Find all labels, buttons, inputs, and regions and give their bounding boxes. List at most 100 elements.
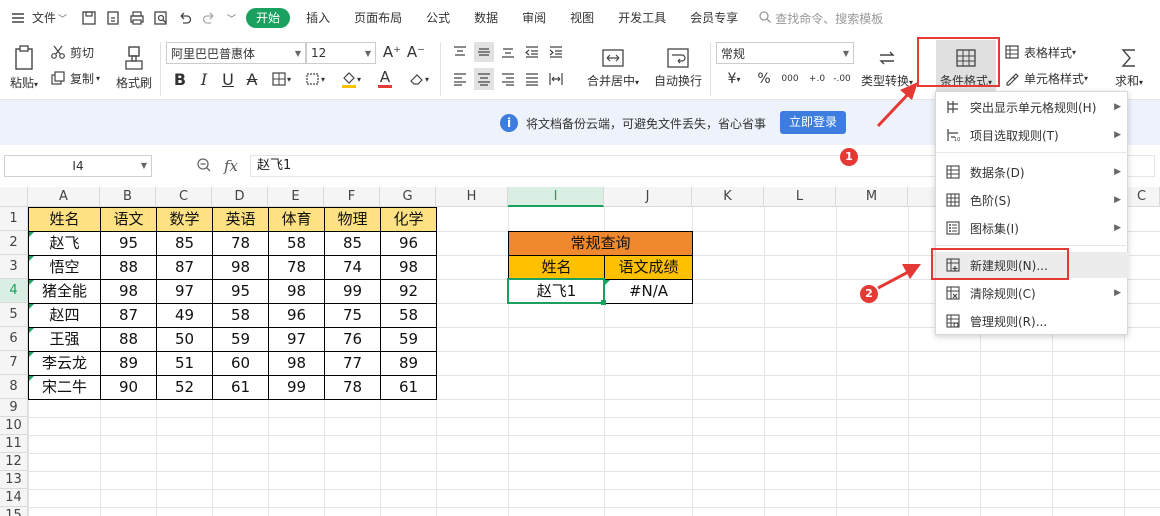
row-header-10[interactable]: 10 [0,417,28,435]
hamburger-icon[interactable] [10,10,26,26]
column-header-F[interactable]: F [324,187,380,207]
column-header-M[interactable]: M [836,187,908,207]
column-header-K[interactable]: K [692,187,764,207]
increase-font-button[interactable]: A⁺ [382,42,402,62]
font-color-button[interactable]: A [370,68,400,90]
menu-item-color-scales[interactable]: 色阶(S) ▶ [936,187,1129,213]
row-header-11[interactable]: 11 [0,435,28,453]
type-convert-button[interactable]: 类型转换▾ [858,40,916,96]
insert-function-button[interactable]: fx [224,157,238,175]
score-table-value-cell[interactable]: 85 [324,231,381,256]
tab-data[interactable]: 数据 [462,0,510,36]
score-table-value-cell[interactable]: 88 [100,255,157,280]
table-style-button[interactable]: 表格样式 ▾ [1004,42,1076,62]
query-header-name[interactable]: 姓名 [508,255,605,280]
score-table-value-cell[interactable]: 58 [380,303,437,328]
score-table-value-cell[interactable]: 52 [156,375,213,400]
score-table-value-cell[interactable]: 59 [380,327,437,352]
score-table-header-cell[interactable]: 语文 [100,207,157,232]
score-table-name-cell[interactable]: 猪全能 [28,279,101,304]
score-table-value-cell[interactable]: 98 [268,279,325,304]
row-header-9[interactable]: 9 [0,399,28,417]
file-menu-chevron-icon[interactable]: ﹀ [58,12,67,25]
command-search[interactable]: 查找命令、搜索模板 [758,10,883,27]
paste-button[interactable]: 粘贴▾ [6,40,42,96]
strikethrough-button[interactable]: A [242,68,262,90]
tab-developer[interactable]: 开发工具 [606,0,678,36]
tab-view[interactable]: 视图 [558,0,606,36]
column-header-L[interactable]: L [764,187,836,207]
query-title-cell[interactable]: 常规查询 [508,231,693,256]
column-header-B[interactable]: B [100,187,156,207]
fill-handle[interactable] [601,300,606,305]
score-table-value-cell[interactable]: 87 [156,255,213,280]
menu-item-data-bars[interactable]: 数据条(D) ▶ [936,159,1129,185]
format-painter-button[interactable]: 格式刷 [112,40,156,96]
score-table-value-cell[interactable]: 98 [380,255,437,280]
score-table-value-cell[interactable]: 96 [380,231,437,256]
align-middle-button[interactable] [474,42,494,62]
tab-insert[interactable]: 插入 [294,0,342,36]
score-table-value-cell[interactable]: 75 [324,303,381,328]
score-table-value-cell[interactable]: 50 [156,327,213,352]
cell-style-button[interactable]: 单元格样式 ▾ [1004,68,1088,88]
font-size-select[interactable]: 12 ▼ [306,42,376,64]
percent-button[interactable]: % [754,68,774,90]
zoom-icon[interactable] [196,157,212,176]
fill-color-button[interactable]: ▾ [336,68,366,90]
score-table-value-cell[interactable]: 49 [156,303,213,328]
column-header-I[interactable]: I [508,187,604,207]
decrease-indent-button[interactable] [522,42,542,62]
tab-home[interactable]: 开始 [246,8,291,28]
score-table-value-cell[interactable]: 60 [212,351,269,376]
bold-button[interactable]: B [170,68,190,90]
score-table-value-cell[interactable]: 51 [156,351,213,376]
wrap-text-button[interactable]: 自动换行 [650,40,706,96]
score-table-header-cell[interactable]: 体育 [268,207,325,232]
menu-item-top-bottom-rules[interactable]: 10 项目选取规则(T) ▶ [936,122,1129,148]
score-table-value-cell[interactable]: 95 [100,231,157,256]
score-table-value-cell[interactable]: 78 [268,255,325,280]
row-header-12[interactable]: 12 [0,453,28,471]
score-table-value-cell[interactable]: 92 [380,279,437,304]
save-icon[interactable] [81,10,97,26]
decrease-decimal-button[interactable]: -.00 [830,68,854,90]
score-table-value-cell[interactable]: 61 [380,375,437,400]
thousands-button[interactable]: 000 [778,68,802,90]
score-table-header-cell[interactable]: 英语 [212,207,269,232]
font-name-select[interactable]: 阿里巴巴普惠体 ▼ [166,42,306,64]
undo-icon[interactable] [177,10,193,26]
row-header-5[interactable]: 5 [0,303,28,327]
query-header-score[interactable]: 语文成绩 [604,255,693,280]
score-table-value-cell[interactable]: 98 [100,279,157,304]
merge-center-button[interactable]: 合并居中▾ [580,40,646,96]
score-table-value-cell[interactable]: 76 [324,327,381,352]
score-table-value-cell[interactable]: 99 [324,279,381,304]
score-table-value-cell[interactable]: 78 [212,231,269,256]
print-preview-icon[interactable] [153,10,169,26]
score-table-value-cell[interactable]: 87 [100,303,157,328]
decrease-font-button[interactable]: A⁻ [406,42,426,62]
score-table-value-cell[interactable]: 59 [212,327,269,352]
border-button[interactable]: ▾ [266,68,296,90]
row-header-4[interactable]: 4 [0,279,28,303]
tab-page-layout[interactable]: 页面布局 [342,0,414,36]
underline-button[interactable]: U [218,68,238,90]
row-header-13[interactable]: 13 [0,471,28,489]
row-header-2[interactable]: 2 [0,231,28,255]
score-table-value-cell[interactable]: 98 [212,255,269,280]
number-format-select[interactable]: 常规 ▼ [716,42,854,64]
justify-button[interactable] [522,68,542,90]
score-table-value-cell[interactable]: 78 [324,375,381,400]
score-table-name-cell[interactable]: 王强 [28,327,101,352]
column-header-A[interactable]: A [28,187,100,207]
cell-shading-button[interactable]: ▾ [300,68,330,90]
score-table-value-cell[interactable]: 98 [268,351,325,376]
score-table-value-cell[interactable]: 88 [100,327,157,352]
clear-format-button[interactable]: ▾ [404,68,434,90]
column-header-J[interactable]: J [604,187,692,207]
score-table-value-cell[interactable]: 97 [268,327,325,352]
row-header-15[interactable]: 15 [0,507,28,516]
name-box-chevron-icon[interactable]: ▼ [141,156,147,176]
currency-button[interactable]: ¥ ▾ [720,68,748,90]
